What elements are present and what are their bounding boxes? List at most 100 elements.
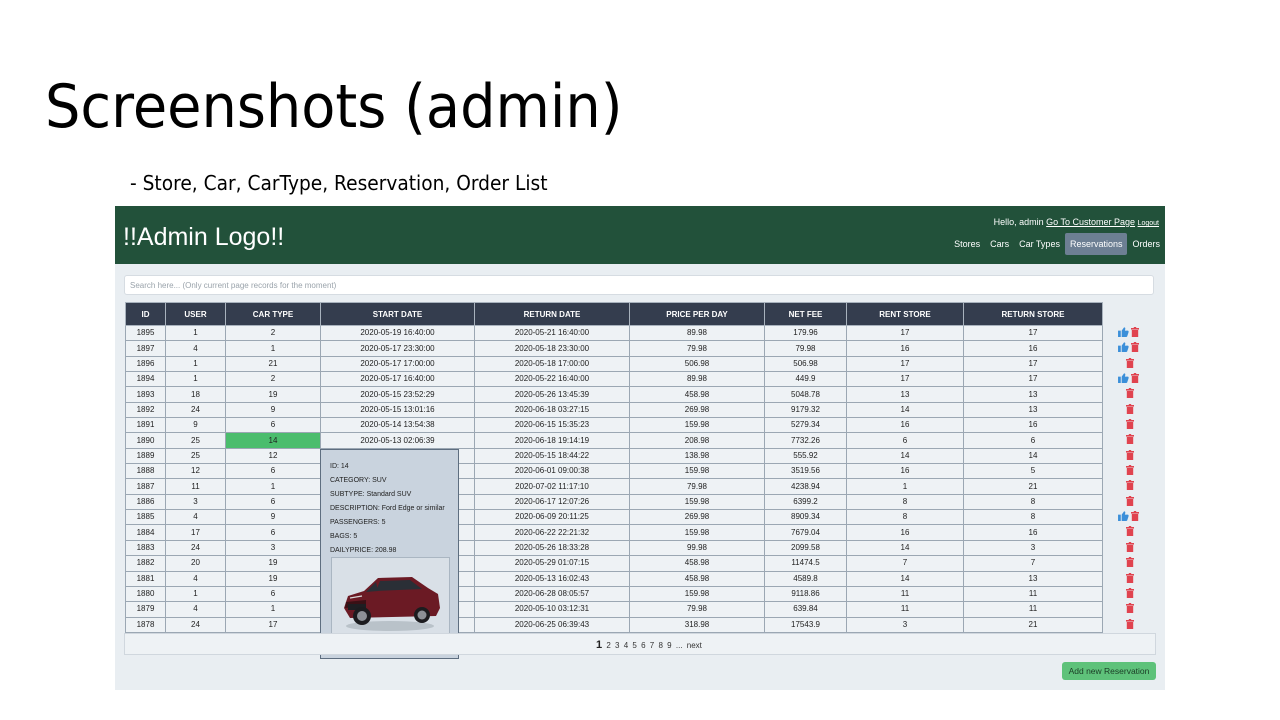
thumbs-up-icon[interactable] [1118, 511, 1129, 522]
thumbs-up-icon[interactable] [1118, 342, 1129, 353]
table-cell[interactable]: 19 [225, 570, 321, 587]
table-cell[interactable]: 19 [225, 555, 321, 572]
page-link[interactable]: 5 [632, 641, 636, 650]
column-header[interactable]: USER [165, 302, 226, 326]
thumbs-up-icon[interactable] [1118, 327, 1129, 337]
table-cell[interactable]: 2 [225, 371, 321, 388]
table-row[interactable]: 1878 24 17 2020-06-25 06:39:43 318.98 17543.9… [125, 616, 1103, 633]
table-row[interactable]: 1892 24 9 2020-05-15 13:01:16 2020-06-18 03:… [125, 401, 1103, 419]
trash-icon[interactable] [1126, 526, 1134, 537]
table-row[interactable]: 1879 4 1 2020-05-10 03:12:31 79.98 639.84 11 11 [125, 601, 1103, 618]
table-row[interactable]: 1881 4 19 2020-05-13 16:02:43 458.98 4589.8 14… [125, 570, 1103, 587]
column-header[interactable]: ID [125, 302, 166, 326]
table-row[interactable]: 1885 4 9 2020-06-09 20:11:25 269.98 8909.34 8 8 [125, 509, 1103, 526]
trash-icon[interactable] [1131, 511, 1139, 522]
column-header[interactable]: PRICE PER DAY [629, 302, 765, 326]
table-cell: 1890 [125, 432, 166, 449]
table-row[interactable]: 1889 25 12 2020-05-15 18:44:22 138.98 555.92 1… [125, 447, 1103, 465]
table-cell[interactable]: 12 [225, 447, 321, 465]
nav-car-types[interactable]: Car Types [1014, 233, 1065, 255]
table-row[interactable]: 1897 4 1 2020-05-17 23:30:00 2020-05-18 23:3… [125, 340, 1103, 357]
trash-icon[interactable] [1126, 572, 1134, 583]
trash-icon[interactable] [1126, 465, 1134, 476]
trash-icon[interactable] [1131, 342, 1139, 353]
table-cell[interactable]: 3 [225, 539, 321, 557]
nav-reservations[interactable]: Reservations [1064, 233, 1128, 255]
table-cell[interactable]: 2 [225, 324, 321, 342]
table-cell[interactable]: 19 [225, 386, 321, 403]
logout-link[interactable]: Logout [1138, 220, 1159, 227]
trash-icon[interactable] [1126, 419, 1134, 430]
table-cell[interactable]: 1 [225, 478, 321, 495]
table-row[interactable]: 1882 20 19 2020-05-29 01:07:15 458.98 11474.5… [125, 555, 1103, 572]
table-row[interactable]: 1883 24 3 2020-05-26 18:33:28 99.98 2099.58 14… [125, 539, 1103, 557]
page-link[interactable]: 6 [641, 641, 645, 650]
trash-icon[interactable] [1131, 373, 1139, 384]
table-cell[interactable]: 6 [225, 417, 321, 434]
table-row[interactable]: 1895 1 2 2020-05-19 16:40:00 2020-05-21 16:4… [125, 324, 1103, 342]
column-header[interactable]: NET FEE [764, 302, 847, 326]
trash-icon[interactable] [1126, 618, 1134, 629]
popup-description: DESCRIPTION: Ford Edge or similar [330, 505, 445, 512]
table-row[interactable]: 1894 1 2 2020-05-17 16:40:00 2020-05-22 16:4… [125, 371, 1103, 388]
page-link[interactable]: 3 [615, 641, 619, 650]
page-link[interactable]: 7 [650, 641, 654, 650]
trash-icon[interactable] [1126, 541, 1134, 552]
thumbs-up-icon[interactable] [1118, 373, 1129, 384]
column-header[interactable]: RETURN DATE [474, 302, 630, 326]
table-row[interactable]: 1893 18 19 2020-05-15 23:52:29 2020-05-26 13… [125, 386, 1103, 403]
trash-icon[interactable] [1126, 587, 1134, 598]
trash-icon[interactable] [1126, 388, 1134, 399]
customer-page-link[interactable]: Go To Customer Page [1046, 217, 1135, 227]
table-row[interactable]: 1886 3 6 2020-06-17 12:07:26 159.98 6399.2 8 8 [125, 493, 1103, 511]
table-row[interactable]: 1887 11 1 2020-07-02 11:17:10 79.98 4238.94 1 2… [125, 478, 1103, 495]
trash-icon[interactable] [1126, 557, 1134, 568]
page-current[interactable]: 1 [596, 639, 602, 651]
table-cell[interactable]: 6 [225, 463, 321, 480]
table-cell[interactable]: 6 [225, 524, 321, 541]
table-row[interactable]: 1891 9 6 2020-05-14 13:54:38 2020-06-15 15:3… [125, 417, 1103, 434]
table-cell[interactable]: 6 [225, 493, 321, 511]
table-cell[interactable]: 14 [225, 432, 321, 449]
column-header[interactable]: RETURN STORE [963, 302, 1103, 326]
trash-icon[interactable] [1131, 327, 1139, 337]
table-cell: 555.92 [764, 447, 847, 465]
trash-icon[interactable] [1126, 495, 1134, 506]
admin-logo[interactable]: !!Admin Logo!! [123, 223, 284, 252]
page-link[interactable]: 8 [658, 641, 662, 650]
trash-icon[interactable] [1126, 480, 1134, 491]
nav-stores[interactable]: Stores [949, 233, 985, 255]
table-cell[interactable]: 21 [225, 355, 321, 373]
table-cell[interactable]: 9 [225, 509, 321, 526]
page-link[interactable]: 4 [624, 641, 628, 650]
column-header[interactable]: START DATE [320, 302, 475, 326]
nav-orders[interactable]: Orders [1127, 233, 1165, 255]
column-header[interactable]: CAR TYPE [225, 302, 321, 326]
table-cell[interactable]: 1 [225, 601, 321, 618]
table-cell[interactable]: 9 [225, 401, 321, 419]
page-link[interactable]: 2 [606, 641, 610, 650]
table-row[interactable]: 1888 12 6 2020-06-01 09:00:38 159.98 3519.56 1… [125, 463, 1103, 480]
table-cell: 16 [963, 524, 1103, 541]
trash-icon[interactable] [1126, 434, 1134, 445]
table-row[interactable]: 1884 17 6 2020-06-22 22:21:32 159.98 7679.04 1… [125, 524, 1103, 541]
trash-icon[interactable] [1126, 603, 1134, 614]
table-row[interactable]: 1890 25 14 2020-05-13 02:06:39 2020-06-18 19… [125, 432, 1103, 449]
table-cell[interactable]: 1 [225, 340, 321, 357]
add-reservation-button[interactable]: Add new Reservation [1062, 662, 1156, 680]
nav-cars[interactable]: Cars [985, 233, 1014, 255]
trash-icon[interactable] [1126, 357, 1134, 368]
search-input[interactable] [124, 275, 1154, 295]
trash-icon[interactable] [1126, 449, 1134, 460]
table-cell[interactable]: 17 [225, 616, 321, 633]
table-cell: 506.98 [629, 355, 765, 373]
page-link[interactable]: 9 [667, 641, 671, 650]
table-row[interactable]: 1880 1 6 2020-06-28 08:05:57 159.98 9118.86 11… [125, 585, 1103, 603]
table-cell: 17 [846, 371, 964, 388]
column-header[interactable]: RENT STORE [846, 302, 964, 326]
table-cell[interactable]: 6 [225, 585, 321, 603]
trash-icon[interactable] [1126, 403, 1134, 414]
row-action-cell [1118, 572, 1158, 587]
page-next[interactable]: next [687, 641, 702, 650]
table-row[interactable]: 1896 1 21 2020-05-17 17:00:00 2020-05-18 17:… [125, 355, 1103, 373]
